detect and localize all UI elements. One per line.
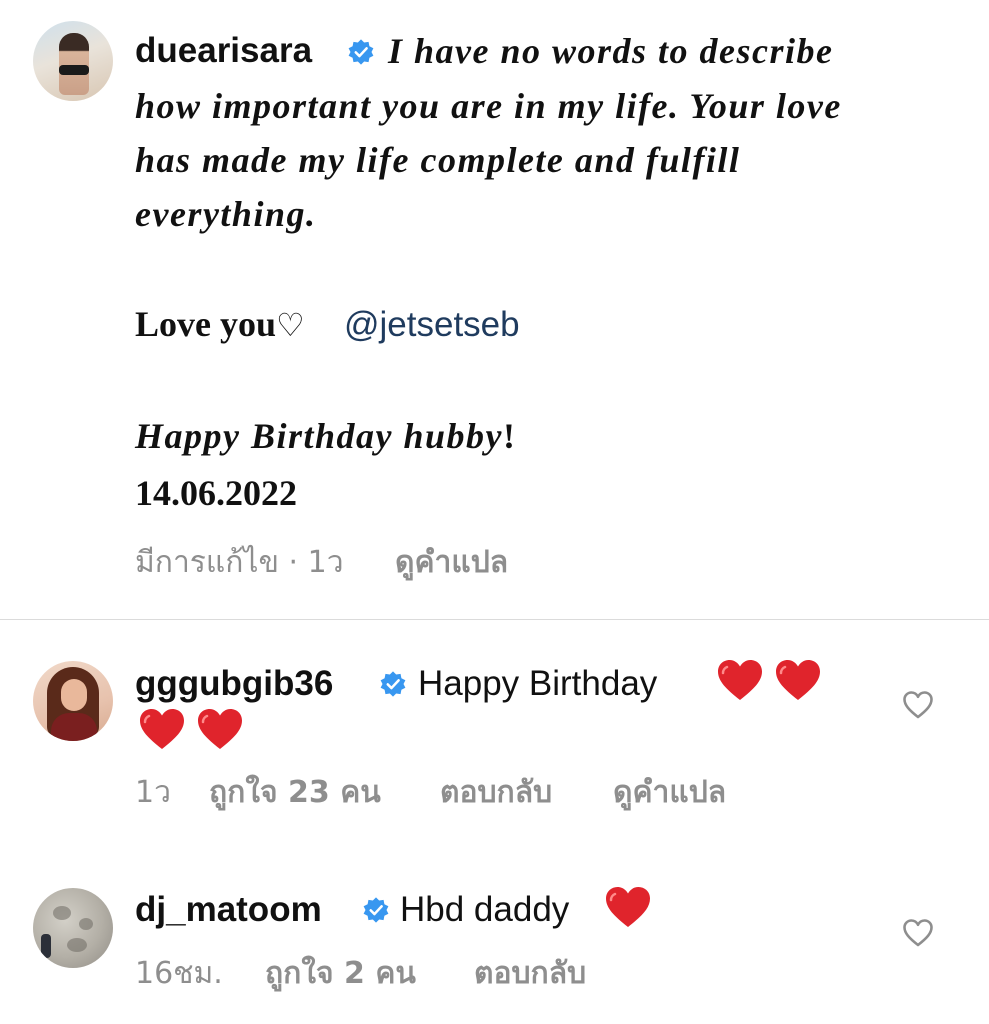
divider <box>0 619 989 620</box>
reply-button[interactable]: ตอบกลับ <box>474 956 586 992</box>
red-heart-emoji-icon <box>774 658 822 702</box>
post-date: 14.06.2022 <box>135 473 297 513</box>
love-you-line: Love you♡ <box>135 302 305 347</box>
see-translation-button[interactable]: ดูคำแปล <box>395 545 508 581</box>
white-heart-icon: ♡ <box>276 306 305 344</box>
verified-badge-icon <box>362 896 390 924</box>
mention-link[interactable]: @jetsetseb <box>344 305 520 345</box>
birthday-line: Happy Birthday hubby! <box>135 414 517 458</box>
username-duearisara[interactable]: duearisara <box>135 31 312 71</box>
caption-line-3: has made my life complete and fulfill <box>135 140 741 180</box>
like-heart-icon[interactable] <box>902 918 934 948</box>
birthday-text: Happy Birthday hubby <box>135 416 504 456</box>
likes-count[interactable]: ถูกใจ 2 คน <box>265 956 416 992</box>
avatar-gggubgib36[interactable] <box>33 661 113 741</box>
comment-time: 1ว <box>135 775 171 810</box>
see-translation-button[interactable]: ดูคำแปล <box>613 775 726 811</box>
comment-time: 16ชม. <box>135 956 223 991</box>
red-heart-emoji-icon <box>196 707 244 751</box>
verified-badge-icon <box>347 38 375 66</box>
reply-button[interactable]: ตอบกลับ <box>440 775 552 811</box>
birthday-exclamation: ! <box>503 416 517 456</box>
avatar-duearisara[interactable] <box>33 21 113 101</box>
caption-line-1: I have no words to describe <box>388 31 834 71</box>
username-gggubgib36[interactable]: gggubgib36 <box>135 664 333 704</box>
comment-text: Hbd daddy <box>400 890 570 929</box>
avatar-dj-matoom[interactable] <box>33 888 113 968</box>
red-heart-emoji-icon <box>138 707 186 751</box>
red-heart-emoji-icon <box>604 885 652 929</box>
edited-time: มีการแก้ไข · 1ว <box>135 545 344 580</box>
love-you-text: Love you <box>135 304 277 344</box>
likes-count[interactable]: ถูกใจ 23 คน <box>209 775 381 811</box>
caption-line-2: how important you are in my life. Your l… <box>135 86 842 126</box>
red-heart-emoji-icon <box>716 658 764 702</box>
like-heart-icon[interactable] <box>902 690 934 720</box>
verified-badge-icon <box>379 670 407 698</box>
comment-text: Happy Birthday <box>418 664 658 703</box>
caption-line-4: everything. <box>135 194 317 234</box>
username-dj-matoom[interactable]: dj_matoom <box>135 890 322 930</box>
